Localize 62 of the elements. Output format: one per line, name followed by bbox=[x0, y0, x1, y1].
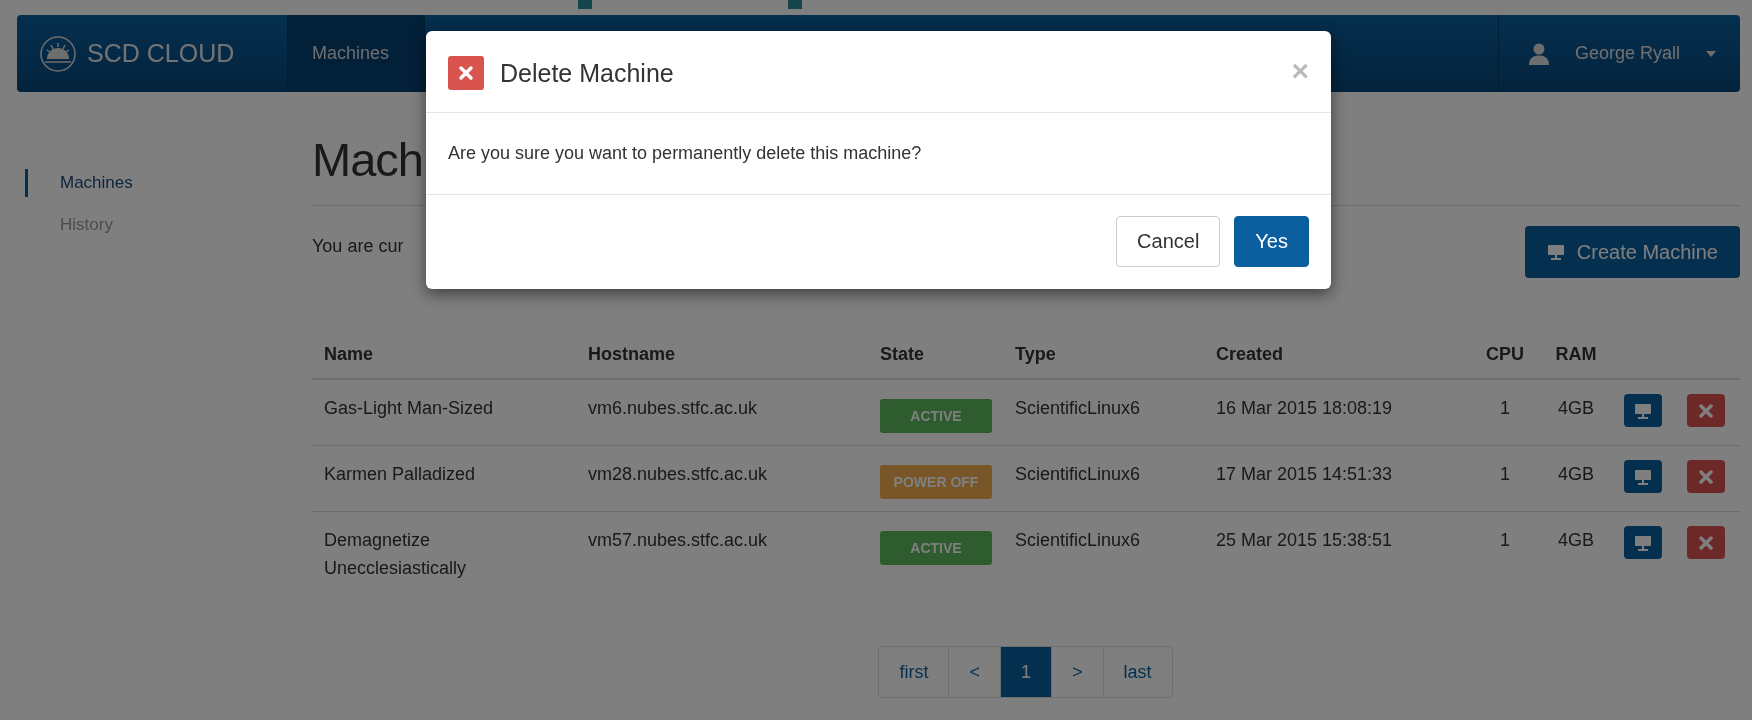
table-cell-text: Demagnetize Unecclesiastically bbox=[323, 529, 468, 580]
delete-button[interactable] bbox=[1687, 394, 1725, 427]
sidebar-item[interactable]: Machines bbox=[25, 169, 312, 197]
page-link[interactable]: 1 bbox=[1000, 646, 1052, 698]
table-cell-text: 16 Mar 2015 18:08:19 bbox=[1215, 397, 1394, 420]
table-cell-text: vm57.nubes.stfc.ac.uk bbox=[587, 529, 769, 552]
user-name[interactable]: George Ryall bbox=[1574, 43, 1680, 64]
state-badge: POWER OFF bbox=[880, 465, 992, 499]
column-header: CPU bbox=[1485, 343, 1525, 366]
monitor-icon bbox=[1546, 244, 1565, 260]
page-link[interactable]: first bbox=[878, 646, 950, 698]
delete-button[interactable] bbox=[1687, 526, 1725, 559]
console-button[interactable] bbox=[1624, 394, 1662, 427]
monitor-icon bbox=[1634, 468, 1652, 485]
table-cell-text: 1 bbox=[1499, 397, 1511, 420]
page-link[interactable]: last bbox=[1102, 646, 1173, 698]
table-cell-text: 1 bbox=[1499, 463, 1511, 486]
page-link[interactable]: > bbox=[1051, 646, 1104, 698]
column-header: State bbox=[879, 343, 925, 366]
table-cell-text: 4GB bbox=[1557, 463, 1595, 486]
table-cell-text: vm6.nubes.stfc.ac.uk bbox=[587, 397, 759, 420]
column-header: Type bbox=[1014, 343, 1057, 366]
close-icon bbox=[1699, 403, 1713, 418]
column-header: Hostname bbox=[587, 343, 677, 366]
table-cell-text: ScientificLinux6 bbox=[1014, 463, 1142, 486]
console-button[interactable] bbox=[1624, 526, 1662, 559]
console-button[interactable] bbox=[1624, 460, 1662, 493]
delete-icon bbox=[448, 56, 484, 90]
table-cell-text: vm28.nubes.stfc.ac.uk bbox=[587, 463, 769, 486]
monitor-icon bbox=[1634, 402, 1652, 419]
create-machine-button[interactable]: Create Machine bbox=[1524, 226, 1740, 278]
column-header: Name bbox=[323, 343, 375, 366]
table-cell-text: 4GB bbox=[1557, 397, 1595, 420]
user-icon bbox=[1528, 42, 1549, 65]
table-cell-text: Gas-Light Man-Sized bbox=[323, 397, 495, 420]
intro-text: You are cur bbox=[312, 236, 404, 257]
caret-icon[interactable] bbox=[1706, 50, 1716, 57]
close-icon bbox=[1699, 469, 1713, 484]
table-cell-text: 4GB bbox=[1557, 529, 1595, 552]
delete-button[interactable] bbox=[1687, 460, 1725, 493]
dialog-title: Delete Machine bbox=[500, 58, 675, 88]
monitor-icon bbox=[1634, 534, 1652, 551]
table-cell-text: ScientificLinux6 bbox=[1014, 529, 1142, 552]
brand-name[interactable]: SCD CLOUD bbox=[87, 39, 235, 68]
page-heading: Mach bbox=[312, 132, 423, 187]
table-cell-text: ScientificLinux6 bbox=[1014, 397, 1142, 420]
confirm-button[interactable]: Yes bbox=[1234, 216, 1309, 267]
sun-logo-icon bbox=[39, 34, 77, 73]
nav-item[interactable]: Machines bbox=[288, 15, 425, 92]
column-header: RAM bbox=[1554, 343, 1598, 366]
table-cell-text: Karmen Palladized bbox=[323, 463, 477, 486]
close-button[interactable]: × bbox=[1291, 56, 1309, 86]
page-link[interactable]: < bbox=[948, 646, 1001, 698]
state-badge: ACTIVE bbox=[880, 399, 992, 433]
table-cell-text: 25 Mar 2015 15:38:51 bbox=[1215, 529, 1394, 552]
state-badge: ACTIVE bbox=[880, 531, 992, 565]
table-cell-text: 1 bbox=[1499, 529, 1511, 552]
cancel-button[interactable]: Cancel bbox=[1116, 216, 1221, 267]
column-header: Created bbox=[1215, 343, 1285, 366]
close-icon bbox=[1699, 535, 1713, 550]
table-cell-text: 17 Mar 2015 14:51:33 bbox=[1215, 463, 1394, 486]
dialog-message: Are you sure you want to permanently delete this machine? bbox=[426, 113, 1331, 195]
